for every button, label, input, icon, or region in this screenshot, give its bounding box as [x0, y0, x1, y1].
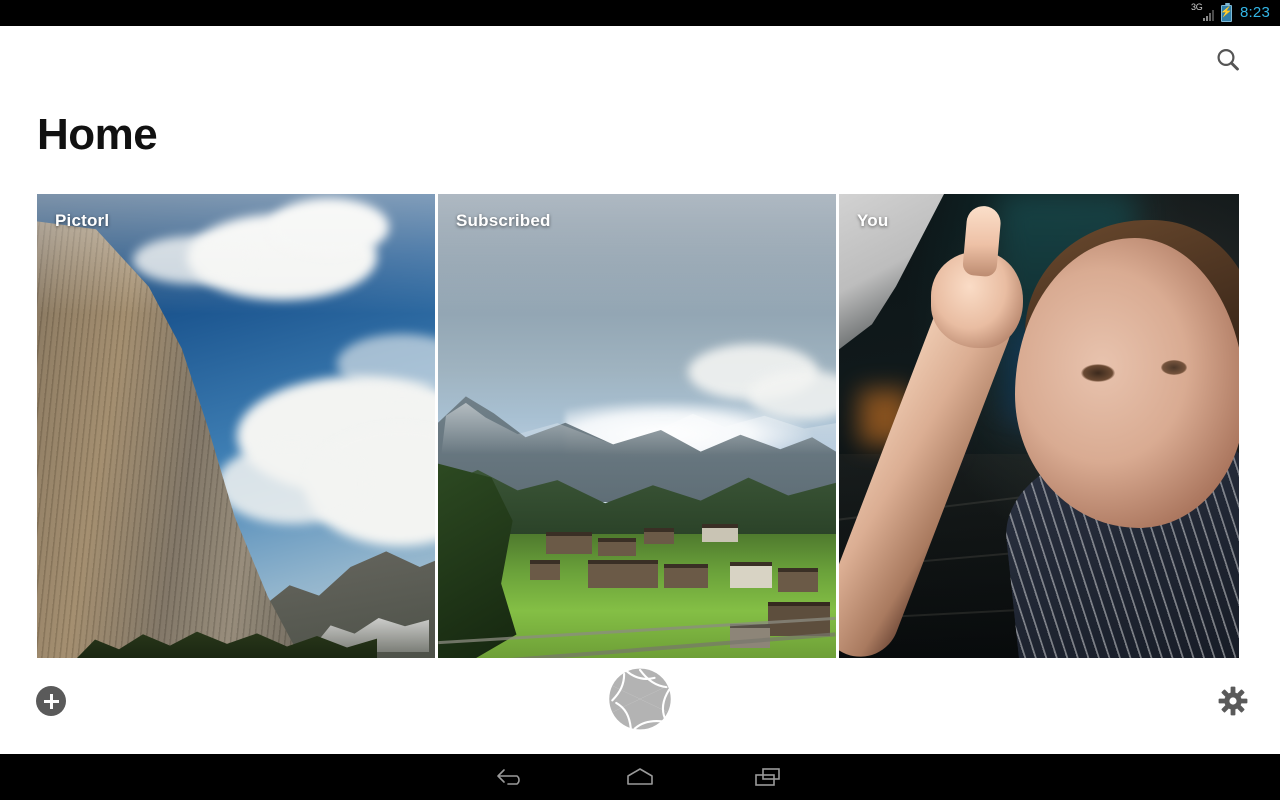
page-title: Home	[37, 110, 158, 159]
nav-home-button[interactable]	[576, 754, 704, 800]
action-bar	[0, 26, 1280, 82]
nav-recents-button[interactable]	[704, 754, 832, 800]
bottom-toolbar	[0, 658, 1280, 754]
camera-button[interactable]	[605, 664, 675, 734]
nav-back-button[interactable]	[448, 754, 576, 800]
card-subscribed-artwork	[438, 194, 836, 658]
card-subscribed[interactable]: Subscribed	[438, 194, 836, 658]
network-type-label: 3G	[1191, 2, 1203, 12]
card-label: Subscribed	[456, 211, 551, 230]
signal-bars-glyph	[1203, 10, 1214, 21]
card-you[interactable]: You	[839, 194, 1239, 658]
search-button[interactable]	[1206, 38, 1250, 82]
back-arrow-icon	[497, 769, 520, 785]
battery-charging-icon: ⚡	[1220, 2, 1233, 22]
card-you-artwork	[839, 194, 1239, 658]
status-bar: 3G ⚡ 8:23	[0, 0, 1280, 26]
add-button[interactable]	[36, 686, 66, 716]
card-label: Pictorl	[55, 211, 110, 230]
gear-icon	[1218, 686, 1248, 716]
signal-bars-icon: 3G	[1191, 2, 1215, 22]
settings-button[interactable]	[1216, 684, 1250, 718]
card-pictorl-artwork	[37, 194, 435, 658]
card-pictorl[interactable]: Pictorl	[37, 194, 435, 658]
camera-shutter-icon	[609, 668, 671, 730]
search-icon	[1217, 48, 1239, 71]
card-label: You	[857, 211, 889, 230]
card-row: Pictorl Subscribed You	[37, 194, 1243, 658]
status-bar-clock: 8:23	[1240, 4, 1270, 21]
lightning-bolt-glyph: ⚡	[1220, 7, 1233, 18]
recents-icon	[755, 768, 780, 786]
android-navigation-bar	[0, 754, 1280, 800]
home-icon	[627, 768, 653, 785]
device-screen: 3G ⚡ 8:23 Home Pictorl Subscribed You	[0, 0, 1280, 800]
